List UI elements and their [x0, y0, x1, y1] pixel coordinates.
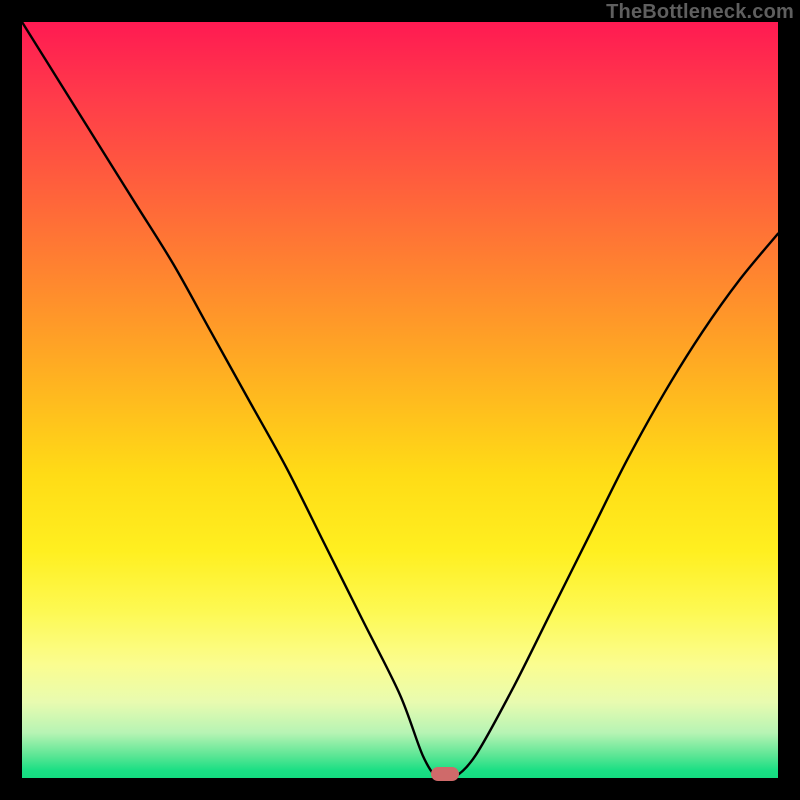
watermark-text: TheBottleneck.com [606, 1, 794, 24]
selected-point-marker [431, 767, 459, 781]
chart-frame: TheBottleneck.com [0, 0, 800, 800]
bottleneck-curve [22, 22, 778, 778]
plot-area [22, 22, 778, 778]
